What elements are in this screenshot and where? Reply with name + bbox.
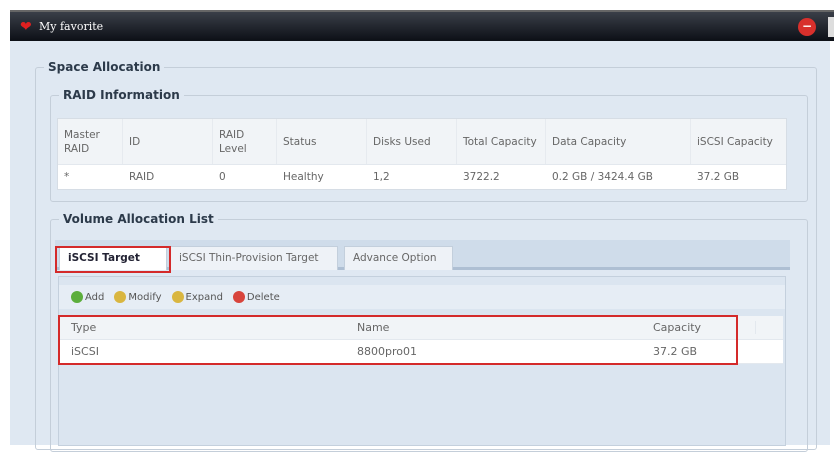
modify-label: Modify [128, 291, 162, 303]
cell-data: 0.2 GB / 3424.4 GB [552, 171, 654, 183]
toolbar: Add Modify Expand Delete [59, 285, 785, 309]
add-icon [71, 291, 83, 303]
col-master-raid: Master RAID [58, 119, 123, 164]
raid-table: Master RAID ID RAID Level Status Disks U… [57, 118, 787, 190]
expand-icon [171, 291, 184, 303]
close-icon[interactable]: − [798, 18, 816, 36]
add-button[interactable]: Add [71, 291, 104, 303]
row-highlight-box [58, 315, 738, 365]
col-raid-level: RAID Level [213, 119, 277, 164]
add-label: Add [85, 291, 105, 303]
window-title: My favorite [39, 20, 104, 33]
tab-thin-provision[interactable]: iSCSI Thin-Provision Target [170, 246, 338, 270]
favorite-heart-icon: ❤ [20, 19, 32, 35]
expand-button[interactable]: Expand [171, 291, 223, 303]
title-bar: ❤ My favorite − [10, 10, 834, 41]
cell-total: 3722.2 [463, 171, 500, 183]
cell-master: * [64, 171, 70, 183]
col-status: Status [277, 119, 367, 164]
delete-icon [232, 291, 245, 303]
raid-information-legend: RAID Information [63, 88, 180, 102]
cell-disks: 1,2 [373, 171, 390, 183]
cell-iscsi: 37.2 GB [697, 171, 740, 183]
col-disks-used: Disks Used [367, 119, 457, 164]
modify-button[interactable]: Modify [114, 291, 162, 303]
tab-highlight-box [55, 246, 171, 273]
col-total-capacity: Total Capacity [457, 119, 546, 164]
cell-level: 0 [219, 171, 226, 183]
cell-id: RAID [129, 171, 155, 183]
col-id: ID [123, 119, 213, 164]
tab-advance-option[interactable]: Advance Option [344, 246, 453, 270]
table-row[interactable]: * RAID 0 Healthy 1,2 3722.2 0.2 GB / 342… [58, 165, 786, 189]
expand-label: Expand [185, 291, 223, 303]
col-iscsi-capacity: iSCSI Capacity [697, 135, 773, 148]
col-data-capacity: Data Capacity [546, 119, 691, 164]
volume-allocation-legend: Volume Allocation List [63, 212, 214, 226]
raid-table-header: Master RAID ID RAID Level Status Disks U… [58, 119, 786, 165]
delete-button[interactable]: Delete [232, 291, 280, 303]
modify-icon [114, 291, 127, 303]
cell-status: Healthy [283, 171, 324, 183]
space-allocation-legend: Space Allocation [48, 60, 161, 74]
delete-label: Delete [246, 291, 280, 303]
window-edge [828, 17, 834, 37]
